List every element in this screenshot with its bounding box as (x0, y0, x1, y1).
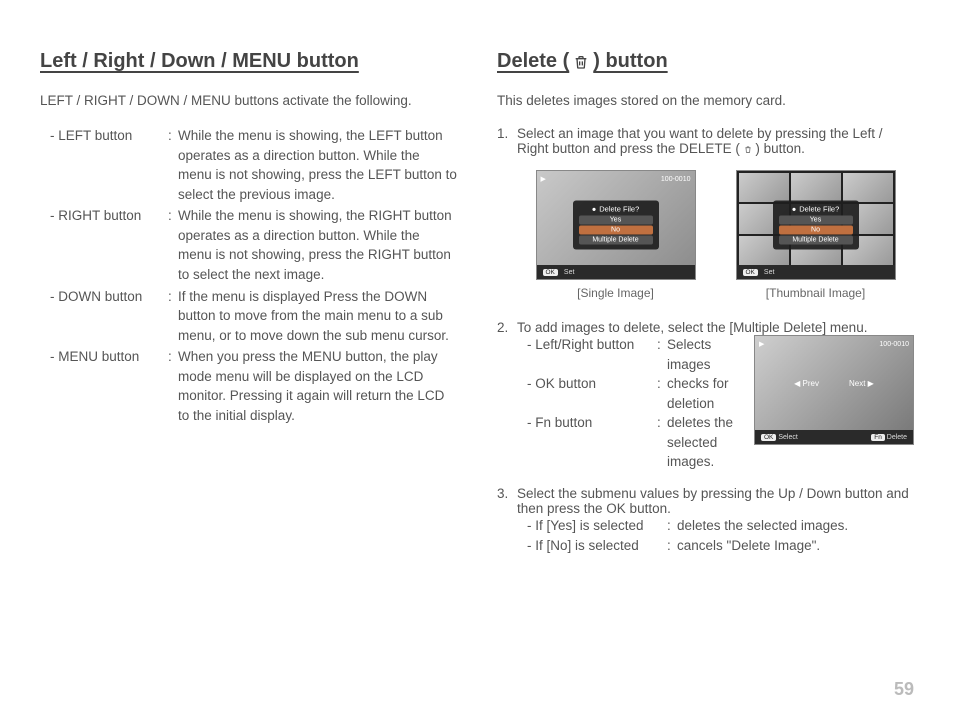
right-column: Delete ( ) button This deletes images st… (497, 50, 914, 569)
ok-key: OK (543, 269, 558, 276)
left-column: Left / Right / Down / MENU button LEFT /… (40, 50, 457, 569)
play-icon: ▶ (541, 175, 546, 183)
step-2: 2. To add images to delete, select the [… (497, 320, 914, 472)
step-3: 3. Select the submenu values by pressing… (497, 486, 914, 555)
def-body: If the menu is displayed Press the DOWN … (178, 287, 457, 346)
caption-single: [Single Image] (536, 286, 696, 300)
opt-no: No (779, 226, 853, 235)
counter: 100-0010 (879, 341, 909, 348)
left-title: Left / Right / Down / MENU button (40, 50, 457, 73)
trash-icon (744, 145, 752, 154)
fn-key: Fn (871, 434, 885, 441)
opt-multiple: Multiple Delete (579, 236, 653, 245)
def-term: - DOWN button (40, 287, 168, 346)
opt-multiple: Multiple Delete (779, 236, 853, 245)
definition-list: - LEFT button:While the menu is showing,… (40, 126, 457, 425)
step-1: 1. Select an image that you want to dele… (497, 126, 914, 306)
delete-dialog: ●Delete File? Yes No Multiple Delete (573, 201, 659, 250)
trash-icon (573, 53, 589, 71)
def-term: - RIGHT button (40, 206, 168, 284)
opt-yes: Yes (579, 216, 653, 225)
ok-key: OK (761, 434, 776, 441)
def-term: - LEFT button (40, 126, 168, 204)
caption-thumb: [Thumbnail Image] (736, 286, 896, 300)
def-body: While the menu is showing, the RIGHT but… (178, 206, 457, 284)
ok-key: OK (743, 269, 758, 276)
left-intro: LEFT / RIGHT / DOWN / MENU buttons activ… (40, 93, 457, 108)
right-intro: This deletes images stored on the memory… (497, 93, 914, 108)
opt-no: No (579, 226, 653, 235)
right-title: Delete ( ) button (497, 50, 914, 73)
multiple-delete-screen: ◀ Prev Next ▶ ▶ 100-0010 OK Select Fn De… (754, 335, 914, 445)
def-body: When you press the MENU button, the play… (178, 347, 457, 425)
page-number: 59 (894, 679, 914, 700)
play-icon: ▶ (759, 340, 764, 348)
def-body: While the menu is showing, the LEFT butt… (178, 126, 457, 204)
delete-dialog: ●Delete File? Yes No Multiple Delete (773, 201, 859, 250)
def-term: - MENU button (40, 347, 168, 425)
opt-yes: Yes (779, 216, 853, 225)
thumbnail-image-screen: ●Delete File? Yes No Multiple Delete OK … (736, 170, 896, 280)
counter: 100-0010 (661, 176, 691, 183)
single-image-screen: ▶ 100-0010 ●Delete File? Yes No Multiple… (536, 170, 696, 280)
